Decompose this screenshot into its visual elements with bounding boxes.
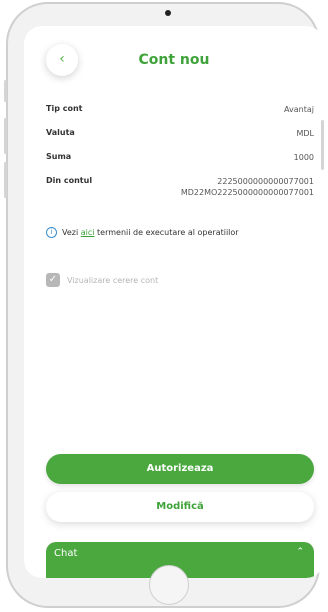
source-account-number: 2225000000000077001 — [217, 177, 314, 186]
side-button — [321, 120, 324, 170]
side-button — [4, 162, 7, 198]
checkbox-label: Vizualizare cerere cont — [67, 275, 159, 285]
terms-suffix: termenii de executare al operatiilor — [97, 228, 239, 237]
detail-value: MDL — [296, 129, 314, 138]
view-request-checkbox-row[interactable]: ✓ Vizualizare cerere cont — [46, 273, 158, 287]
terms-text: Vezi aici termenii de executare al opera… — [62, 228, 239, 237]
chat-label: Chat — [54, 548, 78, 559]
detail-label: Valuta — [46, 128, 75, 137]
app-screen: ‹ Cont nou Tip cont Avantaj Valuta MDL S… — [24, 26, 324, 578]
authorize-button[interactable]: Autorizeaza — [46, 454, 314, 484]
source-account-iban: MD22MO2225000000000077001 — [180, 188, 314, 197]
detail-value: 1000 — [293, 153, 314, 162]
phone-frame: ‹ Cont nou Tip cont Avantaj Valuta MDL S… — [6, 2, 324, 608]
detail-label: Din contul — [46, 176, 93, 185]
chevron-up-icon[interactable]: ⌃ — [296, 547, 304, 557]
info-icon: i — [46, 227, 57, 238]
detail-label: Tip cont — [46, 104, 83, 113]
camera-dot — [165, 10, 171, 16]
terms-prefix: Vezi — [62, 228, 79, 237]
side-button — [4, 80, 7, 102]
terms-link[interactable]: aici — [81, 228, 95, 237]
home-button[interactable] — [149, 565, 189, 605]
detail-label: Suma — [46, 152, 72, 161]
checkbox-checked-icon[interactable]: ✓ — [46, 273, 60, 287]
modify-button[interactable]: Modifică — [46, 492, 314, 522]
detail-value: Avantaj — [284, 105, 314, 114]
detail-value: 2225000000000077001 MD22MO22250000000000… — [181, 176, 314, 198]
side-button — [4, 118, 7, 154]
terms-info: i Vezi aici termenii de executare al ope… — [46, 227, 239, 238]
page-title: Cont nou — [138, 52, 210, 68]
